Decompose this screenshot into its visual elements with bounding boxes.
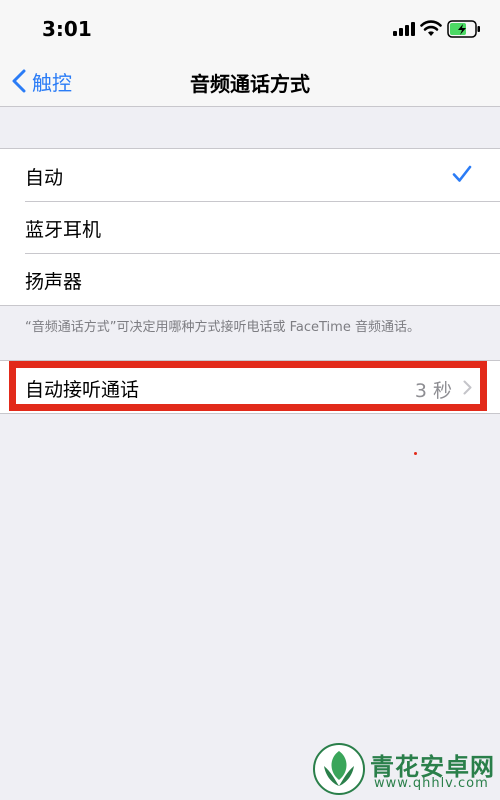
- watermark: 青花安卓网 www.qhhlv.com: [312, 742, 500, 796]
- check-icon: [452, 165, 472, 182]
- highlight-box: [9, 361, 487, 411]
- annotation-dot: [414, 452, 417, 455]
- navigation-bar: 触控 音频通话方式: [0, 58, 500, 107]
- option-speaker[interactable]: 扬声器: [0, 253, 500, 305]
- logo-icon: [313, 743, 365, 795]
- wifi-icon: [420, 20, 442, 36]
- section-footer: “音频通话方式”可决定用哪种方式接听电话或 FaceTime 音频通话。: [25, 320, 420, 335]
- signal-icon: [393, 22, 415, 36]
- watermark-url: www.qhhlv.com: [374, 776, 489, 791]
- battery-icon: [447, 20, 480, 38]
- status-bar: 3:01: [0, 0, 500, 58]
- status-time: 3:01: [42, 17, 92, 41]
- option-bluetooth-headset[interactable]: 蓝牙耳机: [0, 201, 500, 253]
- page-title: 音频通话方式: [190, 72, 310, 96]
- option-auto[interactable]: 自动: [0, 149, 500, 201]
- option-label: 扬声器: [25, 271, 83, 293]
- option-label: 自动: [25, 167, 64, 189]
- audio-options-list: 自动 蓝牙耳机 扬声器: [0, 148, 500, 306]
- option-label: 蓝牙耳机: [25, 219, 102, 241]
